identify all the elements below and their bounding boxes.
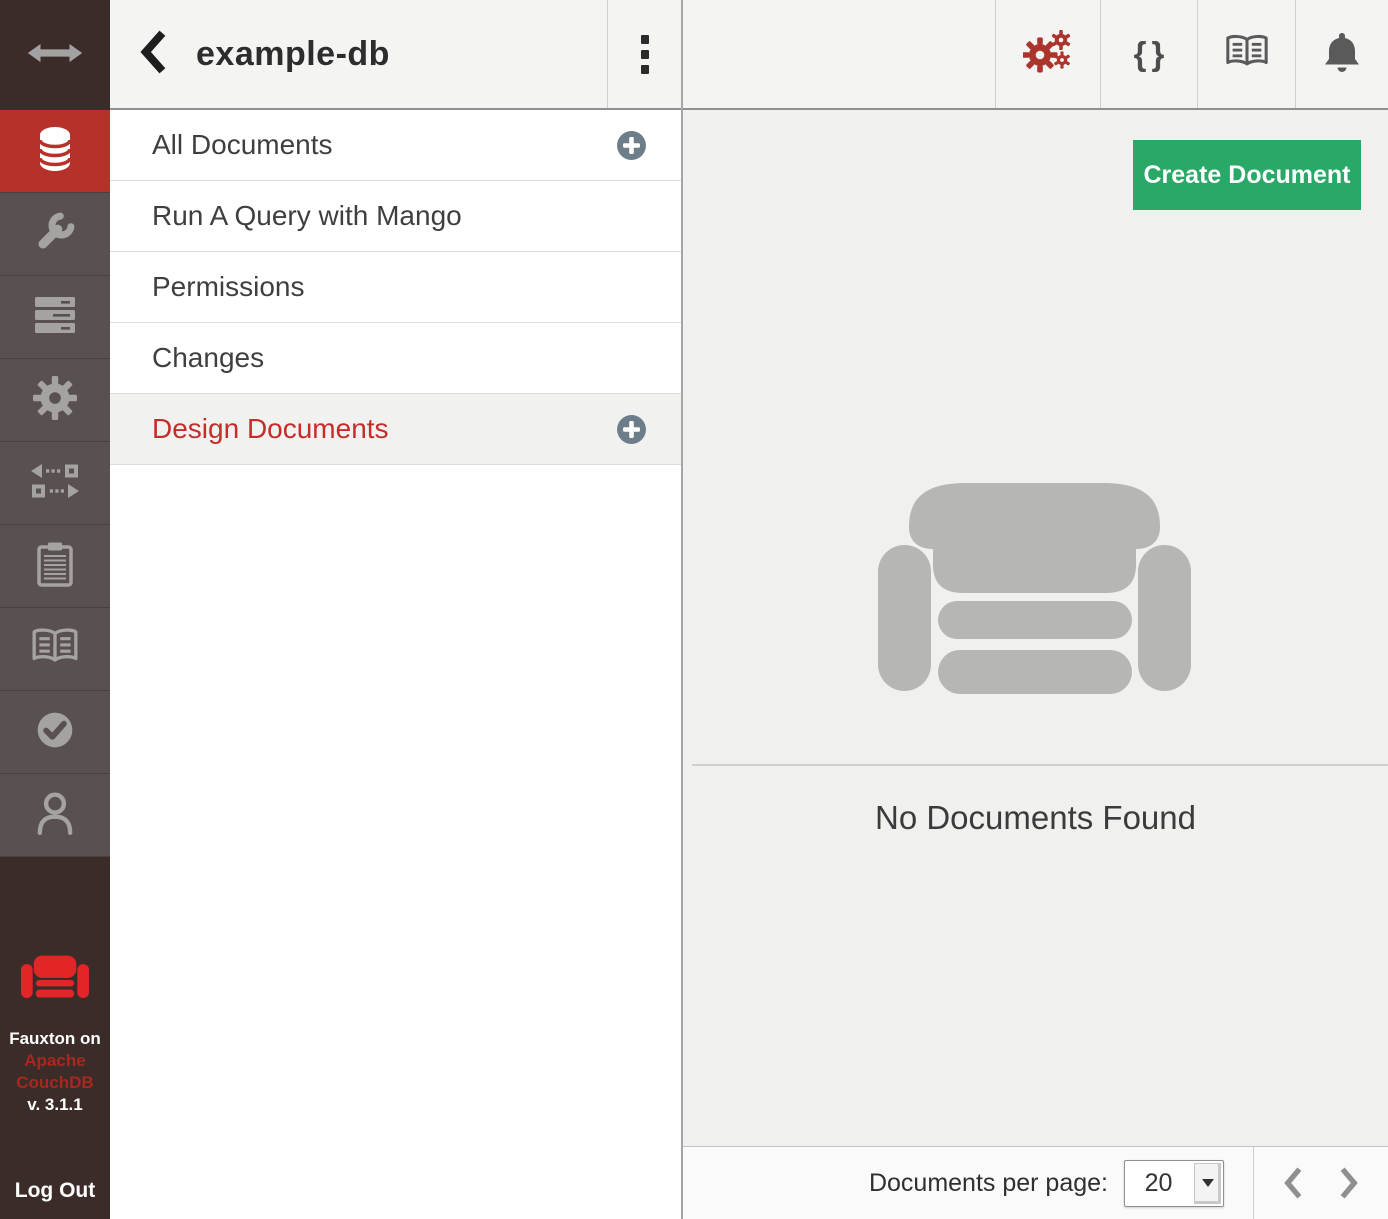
json-braces-icon: {} (1129, 35, 1170, 73)
collapse-sidebar-button[interactable] (0, 0, 110, 110)
database-panel-header: example-db (110, 0, 681, 110)
sidebar-item-all-documents[interactable]: All Documents (110, 110, 681, 181)
pagination-footer: Documents per page: 20 (683, 1146, 1388, 1219)
sidebar-footer: Fauxton on Apache CouchDB v. 3.1.1 Log O… (0, 857, 110, 1219)
database-icon (35, 126, 75, 177)
notifications-button[interactable] (1295, 0, 1388, 108)
docs-per-page-select[interactable]: 20 (1124, 1160, 1224, 1207)
sidebar-item-replication[interactable] (0, 442, 110, 525)
sidebar-item-configuration[interactable] (0, 359, 110, 442)
brand-text-line: Apache (24, 1050, 85, 1072)
database-panel: example-db All Documents Run A Query wit… (110, 0, 683, 1219)
main-topbar: {} (683, 0, 1388, 110)
sidebar-item-databases[interactable] (0, 110, 110, 193)
open-book-icon (30, 626, 80, 673)
no-documents-message: No Documents Found (683, 799, 1388, 837)
select-dropdown-arrow-icon (1194, 1163, 1221, 1204)
kebab-menu-icon (641, 35, 649, 74)
documentation-button[interactable] (1197, 0, 1295, 108)
database-title: example-db (196, 0, 607, 108)
clipboard-icon (34, 540, 76, 593)
content-divider (692, 764, 1388, 766)
logout-button[interactable]: Log Out (15, 1179, 95, 1203)
previous-page-button[interactable] (1276, 1160, 1310, 1206)
documentation-book-icon (1224, 32, 1270, 77)
sidebar-item-setup[interactable] (0, 193, 110, 276)
create-document-button[interactable]: Create Document (1133, 140, 1361, 210)
sidebar-item-documentation[interactable] (0, 608, 110, 691)
docs-per-page-value: 20 (1125, 1161, 1192, 1206)
notifications-bell-icon (1322, 30, 1362, 79)
wrench-icon (31, 208, 79, 261)
gear-icon (32, 375, 78, 426)
check-circle-icon (34, 709, 76, 756)
documents-empty-state: Create Document No Documents Found (683, 110, 1388, 1146)
replication-icon (30, 463, 80, 504)
menu-item-label: Permissions (152, 271, 304, 303)
sidebar-item-verify[interactable] (0, 691, 110, 774)
user-icon (34, 790, 76, 841)
api-url-button[interactable]: {} (1100, 0, 1197, 108)
database-options-button[interactable] (607, 0, 681, 108)
sidebar-item-mango-query[interactable]: Run A Query with Mango (110, 181, 681, 252)
main-content: {} (683, 0, 1388, 1219)
sidebar-item-account[interactable] (0, 774, 110, 857)
menu-item-label: All Documents (152, 129, 333, 161)
menu-item-label: Design Documents (152, 413, 389, 445)
add-new-doc-icon[interactable] (616, 130, 647, 161)
brand-version: v. 3.1.1 (27, 1094, 82, 1116)
sidebar-item-databases-list[interactable] (0, 276, 110, 359)
menu-item-label: Changes (152, 342, 264, 374)
double-arrow-icon (26, 40, 84, 71)
sidebar-item-permissions[interactable]: Permissions (110, 252, 681, 323)
primary-sidebar: Fauxton on Apache CouchDB v. 3.1.1 Log O… (0, 0, 110, 1219)
brand-text-line: CouchDB (16, 1072, 93, 1094)
couchdb-logo-icon (21, 953, 89, 1012)
sidebar-item-changes[interactable]: Changes (110, 323, 681, 394)
server-stack-icon (32, 294, 78, 341)
chevron-left-icon (138, 29, 168, 80)
brand-text-line: Fauxton on (9, 1028, 101, 1050)
fauxton-app: Fauxton on Apache CouchDB v. 3.1.1 Log O… (0, 0, 1388, 1219)
pager-controls (1253, 1147, 1388, 1219)
sidebar-item-active-tasks[interactable] (0, 525, 110, 608)
settings-gears-icon (1023, 30, 1073, 79)
settings-button[interactable] (995, 0, 1100, 108)
docs-per-page-label: Documents per page: (869, 1169, 1108, 1198)
empty-couch-illustration (878, 483, 1191, 713)
back-button[interactable] (110, 0, 196, 108)
add-design-doc-icon[interactable] (616, 414, 647, 445)
next-page-button[interactable] (1332, 1160, 1366, 1206)
menu-item-label: Run A Query with Mango (152, 200, 462, 232)
sidebar-item-design-documents[interactable]: Design Documents (110, 394, 681, 465)
